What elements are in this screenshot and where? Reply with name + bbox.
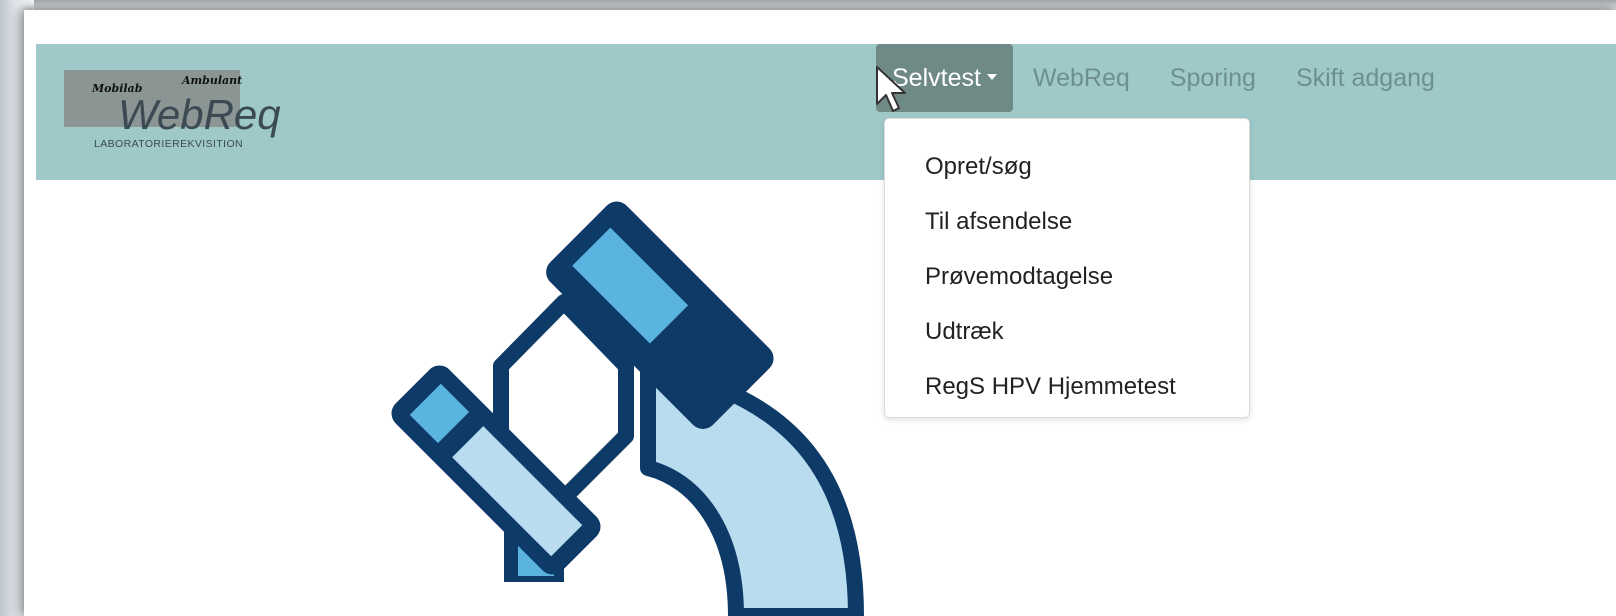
menu-item-regs-hpv-hjemmetest[interactable]: RegS HPV Hjemmetest (885, 359, 1249, 414)
microscope-icon (391, 201, 864, 616)
mouse-cursor-icon (876, 66, 906, 112)
selvtest-dropdown-menu: Opret/søg Til afsendelse Prøvemodtagelse… (884, 118, 1250, 418)
logo-ambulant-text: Ambulant (182, 74, 243, 87)
nav-skift-adgang[interactable]: Skift adgang (1276, 44, 1455, 112)
nav-sporing[interactable]: Sporing (1150, 44, 1276, 112)
menu-item-udtraek[interactable]: Udtræk (885, 304, 1249, 359)
menu-item-til-afsendelse[interactable]: Til afsendelse (885, 194, 1249, 249)
main-nav: Selvtest WebReq Sporing Skift adgang (876, 44, 1455, 112)
menu-item-provemodtagelse[interactable]: Prøvemodtagelse (885, 249, 1249, 304)
menu-item-opret-sog[interactable]: Opret/søg (885, 139, 1249, 194)
nav-webreq[interactable]: WebReq (1013, 44, 1150, 112)
logo-subtitle: LABORATORIEREKVISITION (94, 138, 244, 150)
browser-window: Mobilab Ambulant WebReq LABORATORIEREKVI… (24, 10, 1616, 616)
logo-webreq-text: WebReq (118, 91, 281, 138)
top-navbar: Mobilab Ambulant WebReq LABORATORIEREKVI… (36, 44, 1616, 180)
caret-down-icon (986, 74, 997, 81)
page: Mobilab Ambulant WebReq LABORATORIEREKVI… (36, 44, 1616, 616)
logo[interactable]: Mobilab Ambulant WebReq LABORATORIEREKVI… (64, 70, 324, 160)
